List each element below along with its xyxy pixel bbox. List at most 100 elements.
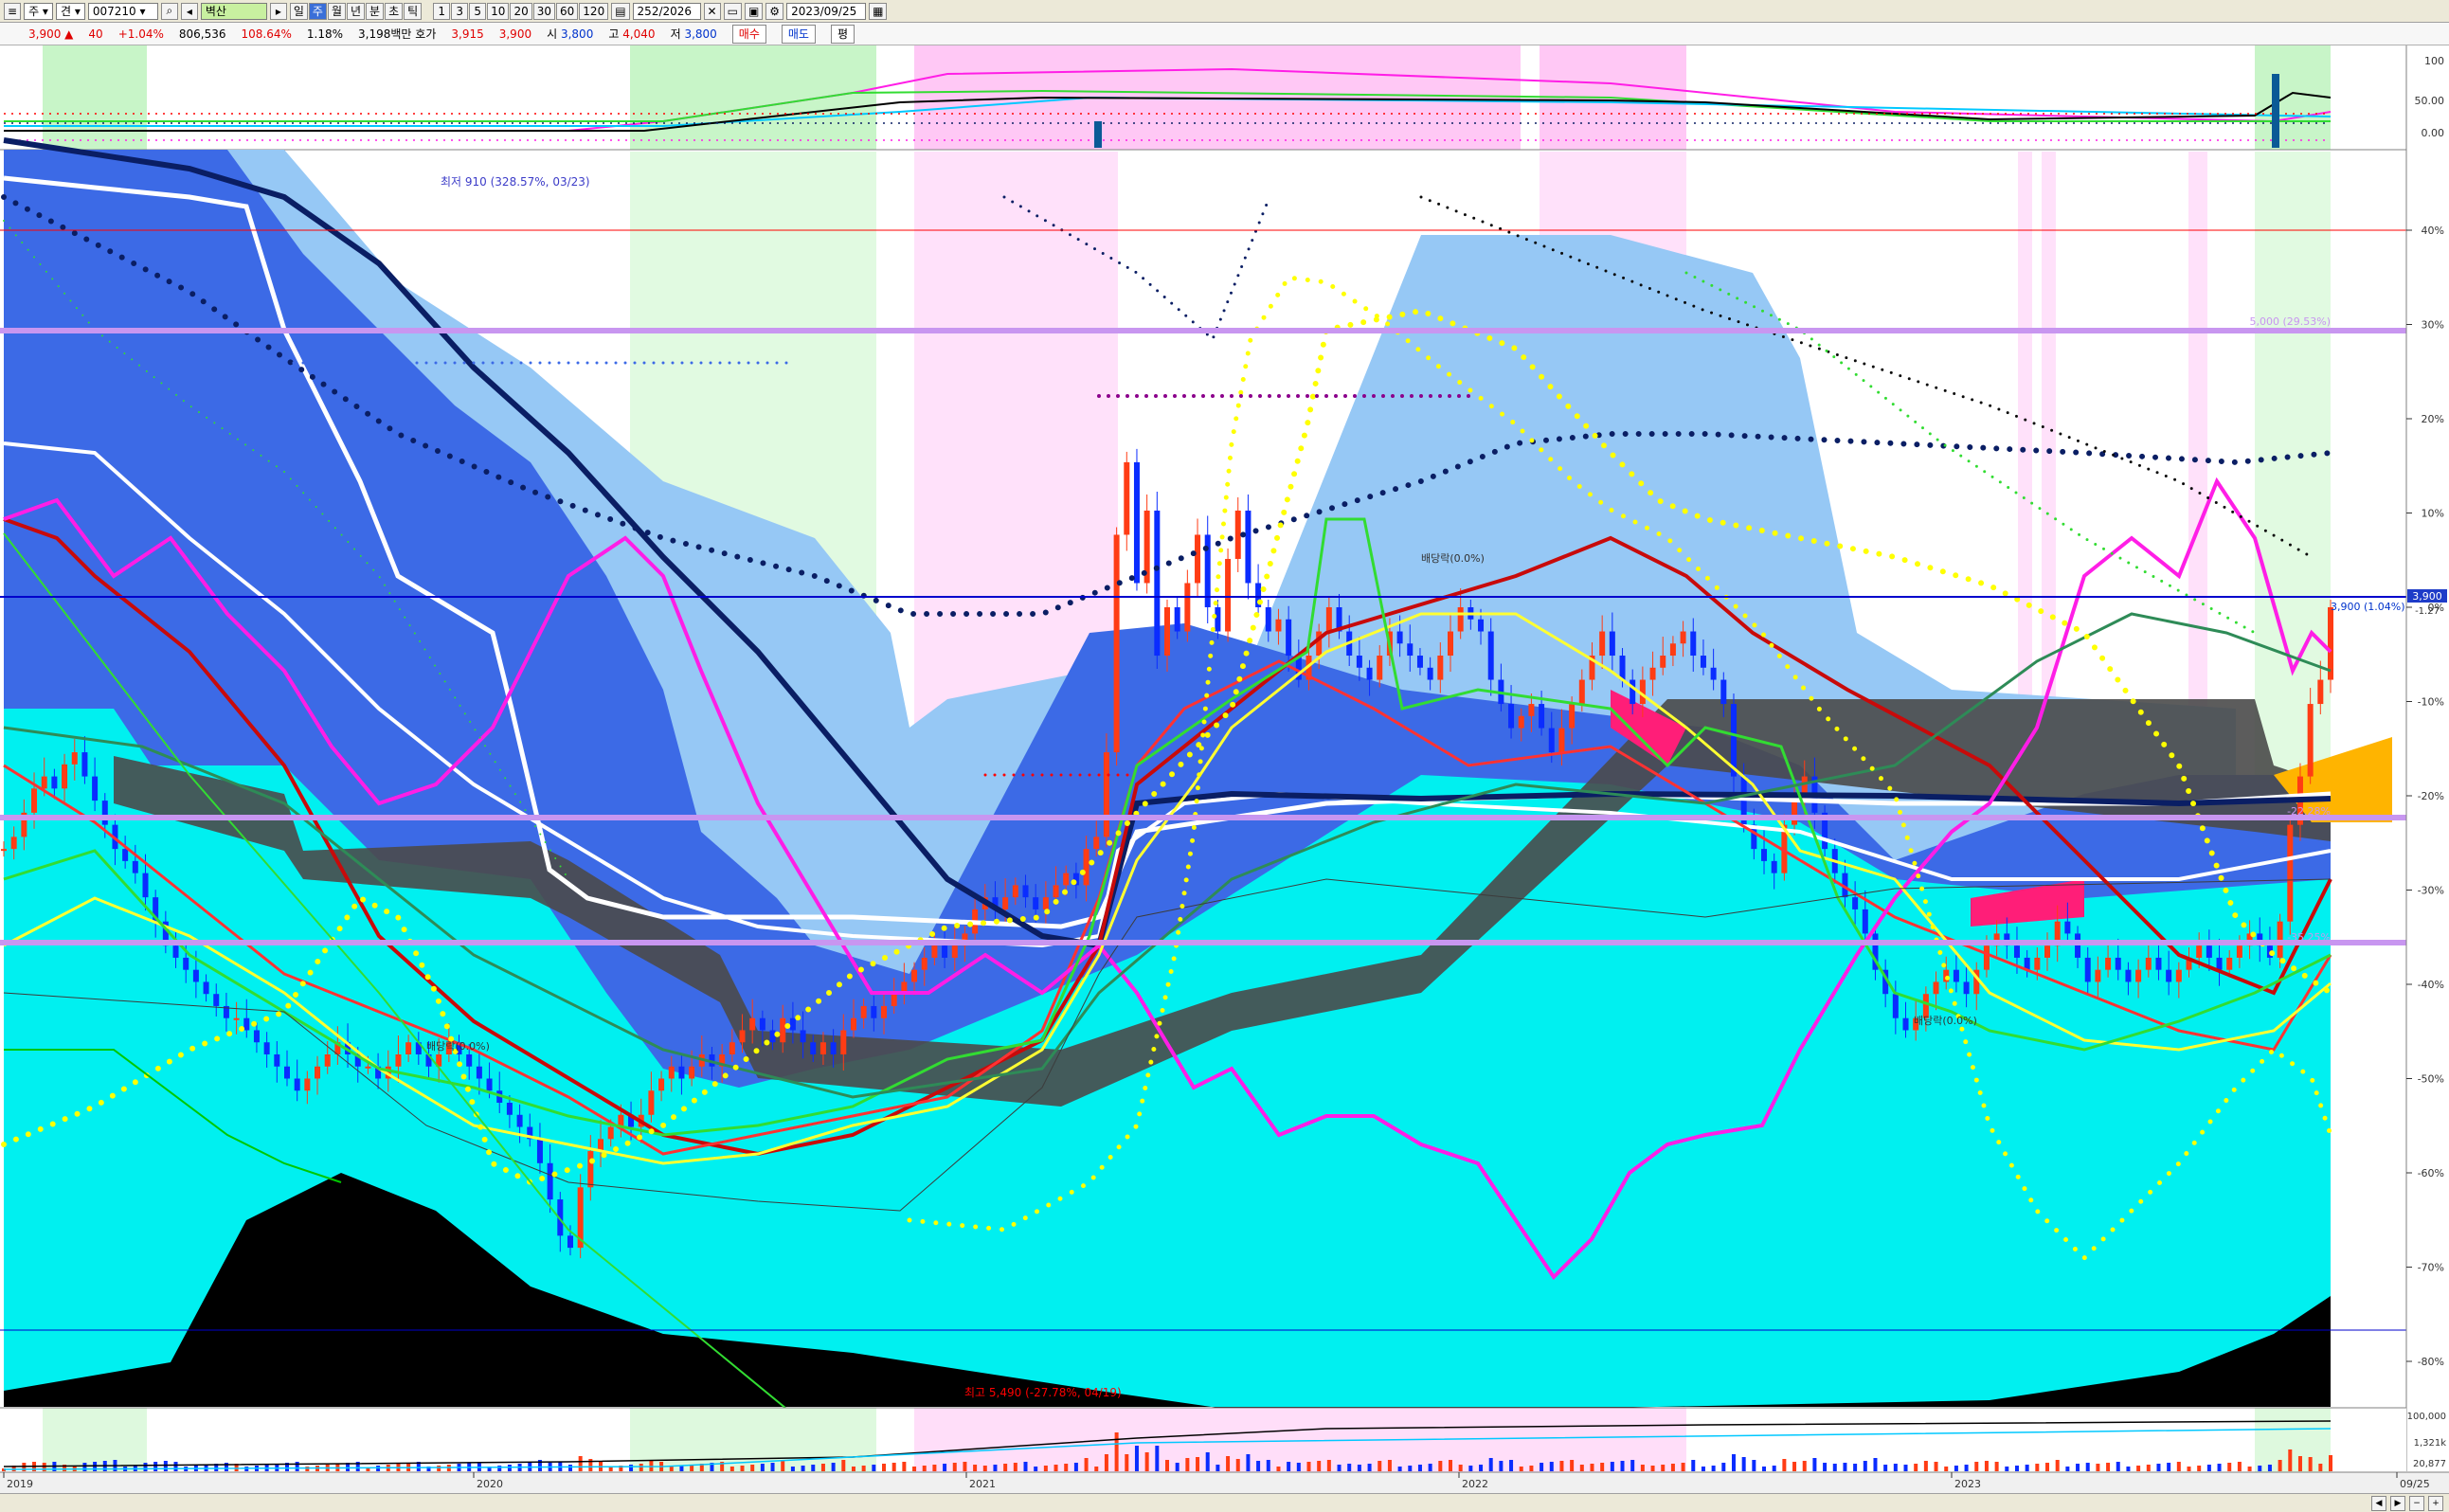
scroll-right-icon[interactable]: ▶ xyxy=(2390,1495,2405,1511)
volume-bar xyxy=(1438,1461,1443,1471)
candle-body xyxy=(1680,631,1686,644)
interval-tab[interactable]: 1 xyxy=(433,2,451,20)
zoom-out-icon[interactable]: − xyxy=(2409,1495,2424,1511)
volume-bar xyxy=(42,1463,46,1471)
volume-tick-label: 100,000 xyxy=(2407,1412,2446,1422)
interval-tab[interactable]: 3 xyxy=(451,2,469,20)
sell-button[interactable]: 매도 xyxy=(781,24,816,44)
count-field[interactable]: 252/2026 xyxy=(632,2,701,20)
interval-tab[interactable]: 60 xyxy=(556,2,579,20)
volume-bar xyxy=(790,1467,795,1471)
x-tick-label: 2021 xyxy=(969,1478,996,1490)
interval-tab[interactable]: 30 xyxy=(532,2,556,20)
volume-bar xyxy=(1772,1466,1776,1471)
interval-tab[interactable]: 5 xyxy=(469,2,487,20)
buy-button[interactable]: 매수 xyxy=(731,24,766,44)
volume-bar xyxy=(1235,1459,1240,1471)
candle-body xyxy=(10,837,17,850)
price-change-pct: +1.04% xyxy=(117,27,164,41)
y-tick-label: -10% xyxy=(2418,696,2444,709)
stock-code-input[interactable]: 007210 ▾ xyxy=(87,2,158,20)
stock-name-field[interactable]: 벽산 xyxy=(200,2,267,20)
date-field[interactable]: 2023/09/25 xyxy=(786,2,867,20)
period-tab[interactable]: 분 xyxy=(366,2,385,20)
clear-icon[interactable]: ✕ xyxy=(703,2,721,20)
volume-bar xyxy=(1387,1460,1392,1471)
interval-tab[interactable]: 120 xyxy=(579,2,609,20)
prev-arrow-icon[interactable]: ◂ xyxy=(180,2,198,20)
volume-bar xyxy=(2258,1466,2262,1471)
resistance-label: 5,000 (29.53%) xyxy=(2249,315,2331,328)
ask-price: 3,915 xyxy=(451,27,484,41)
volume-bar xyxy=(973,1465,978,1471)
volume-bar xyxy=(2106,1463,2111,1471)
volume-bar xyxy=(1215,1465,1220,1471)
osc-tick-label: 50.00 xyxy=(2415,95,2445,107)
period-tab[interactable]: 월 xyxy=(327,2,346,20)
lock-icon[interactable]: ▤ xyxy=(611,2,630,20)
y-tick-label: 30% xyxy=(2422,319,2444,332)
candle-body xyxy=(749,1017,756,1031)
candle-body xyxy=(1669,643,1676,657)
volume-bar xyxy=(2116,1462,2120,1471)
candle-body xyxy=(405,1042,412,1054)
settings-icon[interactable]: ⚙ xyxy=(765,2,784,20)
interval-tab[interactable]: 10 xyxy=(487,2,510,20)
volume-bar xyxy=(1762,1467,1767,1471)
period-tab[interactable]: 초 xyxy=(385,2,404,20)
volume-bar xyxy=(2288,1449,2293,1471)
type-select[interactable]: 주 ▾ xyxy=(24,2,53,20)
stock-chart[interactable]: 최저 910 (328.57%, 03/23) 최고 5,490 (-27.78%… xyxy=(0,45,2449,1493)
volume-bar xyxy=(1276,1467,1281,1471)
calendar-icon[interactable]: ▦ xyxy=(869,2,888,20)
candle-body xyxy=(789,1017,796,1031)
volume-bar xyxy=(891,1463,896,1471)
y-tick-label: -70% xyxy=(2418,1262,2444,1274)
volume-bar xyxy=(1519,1467,1523,1471)
menu-button[interactable]: ≡ xyxy=(4,2,22,20)
volume-bar xyxy=(902,1462,907,1471)
mode-select[interactable]: 견 ▾ xyxy=(55,2,85,20)
candle-body xyxy=(315,1066,321,1079)
scroll-left-icon[interactable]: ◀ xyxy=(2371,1495,2386,1511)
volume-bar xyxy=(1893,1464,1898,1471)
y-tick-label: -40% xyxy=(2418,979,2444,991)
volume-bar xyxy=(1823,1463,1828,1471)
candle-body xyxy=(1022,885,1029,898)
volume-bar xyxy=(1317,1461,1322,1471)
candle-body xyxy=(1609,631,1615,657)
save-icon[interactable]: ▣ xyxy=(744,2,764,20)
candle-body xyxy=(871,1005,877,1018)
volume-bar xyxy=(982,1466,987,1471)
volume-bar xyxy=(163,1461,168,1471)
volume-bar xyxy=(2005,1467,2009,1471)
dividend-label: 배당락(0.0%) xyxy=(1914,1015,1977,1027)
volume-bar xyxy=(912,1467,917,1471)
candle-body xyxy=(739,1030,746,1043)
bottom-low-label: 최고 5,490 (-27.78%, 04/19) xyxy=(964,1386,1122,1399)
print-icon[interactable]: ▭ xyxy=(723,2,742,20)
candle-body xyxy=(1933,981,1939,995)
zoom-in-icon[interactable]: + xyxy=(2428,1495,2443,1511)
period-tab[interactable]: 년 xyxy=(346,2,366,20)
volume-bar xyxy=(993,1465,998,1471)
volume-bar xyxy=(2065,1467,2070,1471)
price-tag-2: -1.27 xyxy=(2415,606,2440,617)
candle-body xyxy=(71,752,78,765)
period-tab[interactable]: 주 xyxy=(308,2,327,20)
search-icon[interactable]: ⌕ xyxy=(160,2,178,20)
candle-body xyxy=(1437,656,1444,680)
volume-bar xyxy=(952,1463,957,1471)
eval-button[interactable]: 평 xyxy=(830,24,855,44)
volume: 806,536 xyxy=(178,27,226,41)
volume-bar xyxy=(1448,1460,1452,1471)
period-tab[interactable]: 틱 xyxy=(404,2,423,20)
period-tab[interactable]: 일 xyxy=(289,2,308,20)
candle-body xyxy=(536,1139,543,1163)
candle-body xyxy=(2145,957,2152,970)
candle-body xyxy=(203,981,209,995)
next-arrow-icon[interactable]: ▸ xyxy=(269,2,287,20)
interval-tab[interactable]: 20 xyxy=(510,2,532,20)
volume-bar xyxy=(1984,1461,1989,1471)
candle-body xyxy=(800,1030,806,1043)
